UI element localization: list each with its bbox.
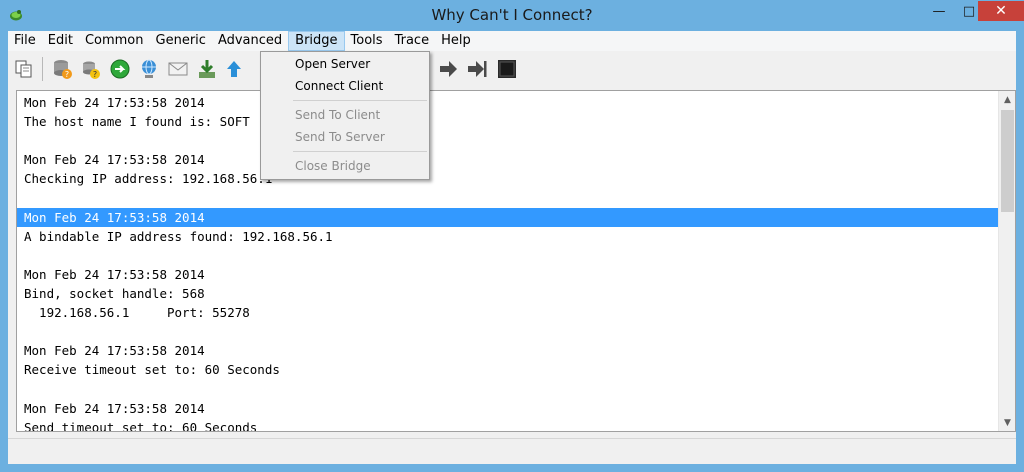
minimize-button[interactable]: —: [926, 1, 952, 21]
log-line[interactable]: Mon Feb 24 17:53:58 2014: [17, 399, 998, 418]
arrow-right-icon[interactable]: [435, 56, 461, 82]
mail-icon[interactable]: [165, 56, 191, 82]
globe-go-icon[interactable]: [107, 56, 133, 82]
log-line-selected[interactable]: Mon Feb 24 17:53:58 2014: [17, 207, 998, 227]
menu-help[interactable]: Help: [435, 31, 477, 51]
scroll-thumb[interactable]: [1001, 110, 1014, 212]
log-line[interactable]: Mon Feb 24 17:53:58 2014: [17, 150, 998, 169]
log-line[interactable]: [17, 188, 998, 207]
menu-generic[interactable]: Generic: [150, 31, 212, 51]
database-warning-icon[interactable]: ?: [49, 56, 75, 82]
log-line[interactable]: Bind, socket handle: 568: [17, 284, 998, 303]
log-lines: Mon Feb 24 17:53:58 2014 The host name I…: [17, 93, 998, 431]
menu-item-open-server[interactable]: Open Server: [295, 54, 427, 74]
log-line[interactable]: 192.168.56.1 Port: 55278: [17, 303, 998, 322]
log-line[interactable]: Mon Feb 24 17:53:58 2014: [17, 93, 998, 112]
download-icon[interactable]: [194, 56, 220, 82]
status-bar: [8, 438, 1016, 464]
log-line[interactable]: [17, 131, 998, 150]
scroll-down-icon[interactable]: ▼: [999, 414, 1015, 431]
log-line[interactable]: [17, 246, 998, 265]
toolbar-separator: [42, 57, 43, 81]
menu-separator: [293, 100, 427, 101]
log-line[interactable]: [17, 379, 998, 398]
menu-bar: File Edit Common Generic Advanced Bridge…: [8, 31, 1016, 51]
close-button[interactable]: ✕: [978, 1, 1024, 21]
title-bar[interactable]: Why Can't I Connect? — □ ✕: [0, 0, 1024, 31]
client-area: File Edit Common Generic Advanced Bridge…: [8, 31, 1016, 464]
menu-separator: [293, 151, 427, 152]
menu-trace[interactable]: Trace: [389, 31, 436, 51]
menu-item-send-to-server[interactable]: Send To Server: [295, 127, 427, 147]
log-line[interactable]: The host name I found is: SOFT: [17, 112, 998, 131]
svg-text:?: ?: [65, 70, 69, 79]
log-line[interactable]: Mon Feb 24 17:53:58 2014: [17, 265, 998, 284]
log-line[interactable]: A bindable IP address found: 192.168.56.…: [17, 227, 998, 246]
app-window: Why Can't I Connect? — □ ✕ File Edit Com…: [0, 0, 1024, 472]
step-end-icon[interactable]: [464, 56, 490, 82]
log-line[interactable]: [17, 322, 998, 341]
window-title: Why Can't I Connect?: [431, 6, 593, 24]
menu-bridge[interactable]: Bridge: [288, 31, 345, 51]
log-line[interactable]: Mon Feb 24 17:53:58 2014: [17, 341, 998, 360]
scroll-up-icon[interactable]: ▲: [999, 91, 1015, 108]
copy-icon[interactable]: [11, 56, 37, 82]
menu-common[interactable]: Common: [79, 31, 150, 51]
menu-item-close-bridge[interactable]: Close Bridge: [295, 156, 427, 176]
menu-advanced[interactable]: Advanced: [212, 31, 288, 51]
upload-arrow-icon[interactable]: [221, 56, 247, 82]
stop-icon[interactable]: [494, 56, 520, 82]
network-globe-icon[interactable]: [136, 56, 162, 82]
menu-item-send-to-client[interactable]: Send To Client: [295, 105, 427, 125]
svg-text:?: ?: [93, 70, 97, 79]
vertical-scrollbar[interactable]: ▲ ▼: [998, 91, 1015, 431]
toolbar: ? ?: [8, 52, 1016, 86]
menu-item-connect-client[interactable]: Connect Client: [295, 76, 427, 96]
log-line[interactable]: Receive timeout set to: 60 Seconds: [17, 360, 998, 379]
menu-gutter: [261, 52, 291, 179]
menu-file[interactable]: File: [8, 31, 42, 51]
database-help-icon[interactable]: ?: [78, 56, 104, 82]
log-line[interactable]: Checking IP address: 192.168.56.1: [17, 169, 998, 188]
menu-tools[interactable]: Tools: [345, 31, 389, 51]
menu-edit[interactable]: Edit: [42, 31, 79, 51]
bridge-menu-dropdown: Open Server Connect Client Send To Clien…: [260, 51, 430, 180]
log-line[interactable]: Send timeout set to: 60 Seconds: [17, 418, 998, 431]
log-output[interactable]: Mon Feb 24 17:53:58 2014 The host name I…: [16, 90, 1016, 432]
